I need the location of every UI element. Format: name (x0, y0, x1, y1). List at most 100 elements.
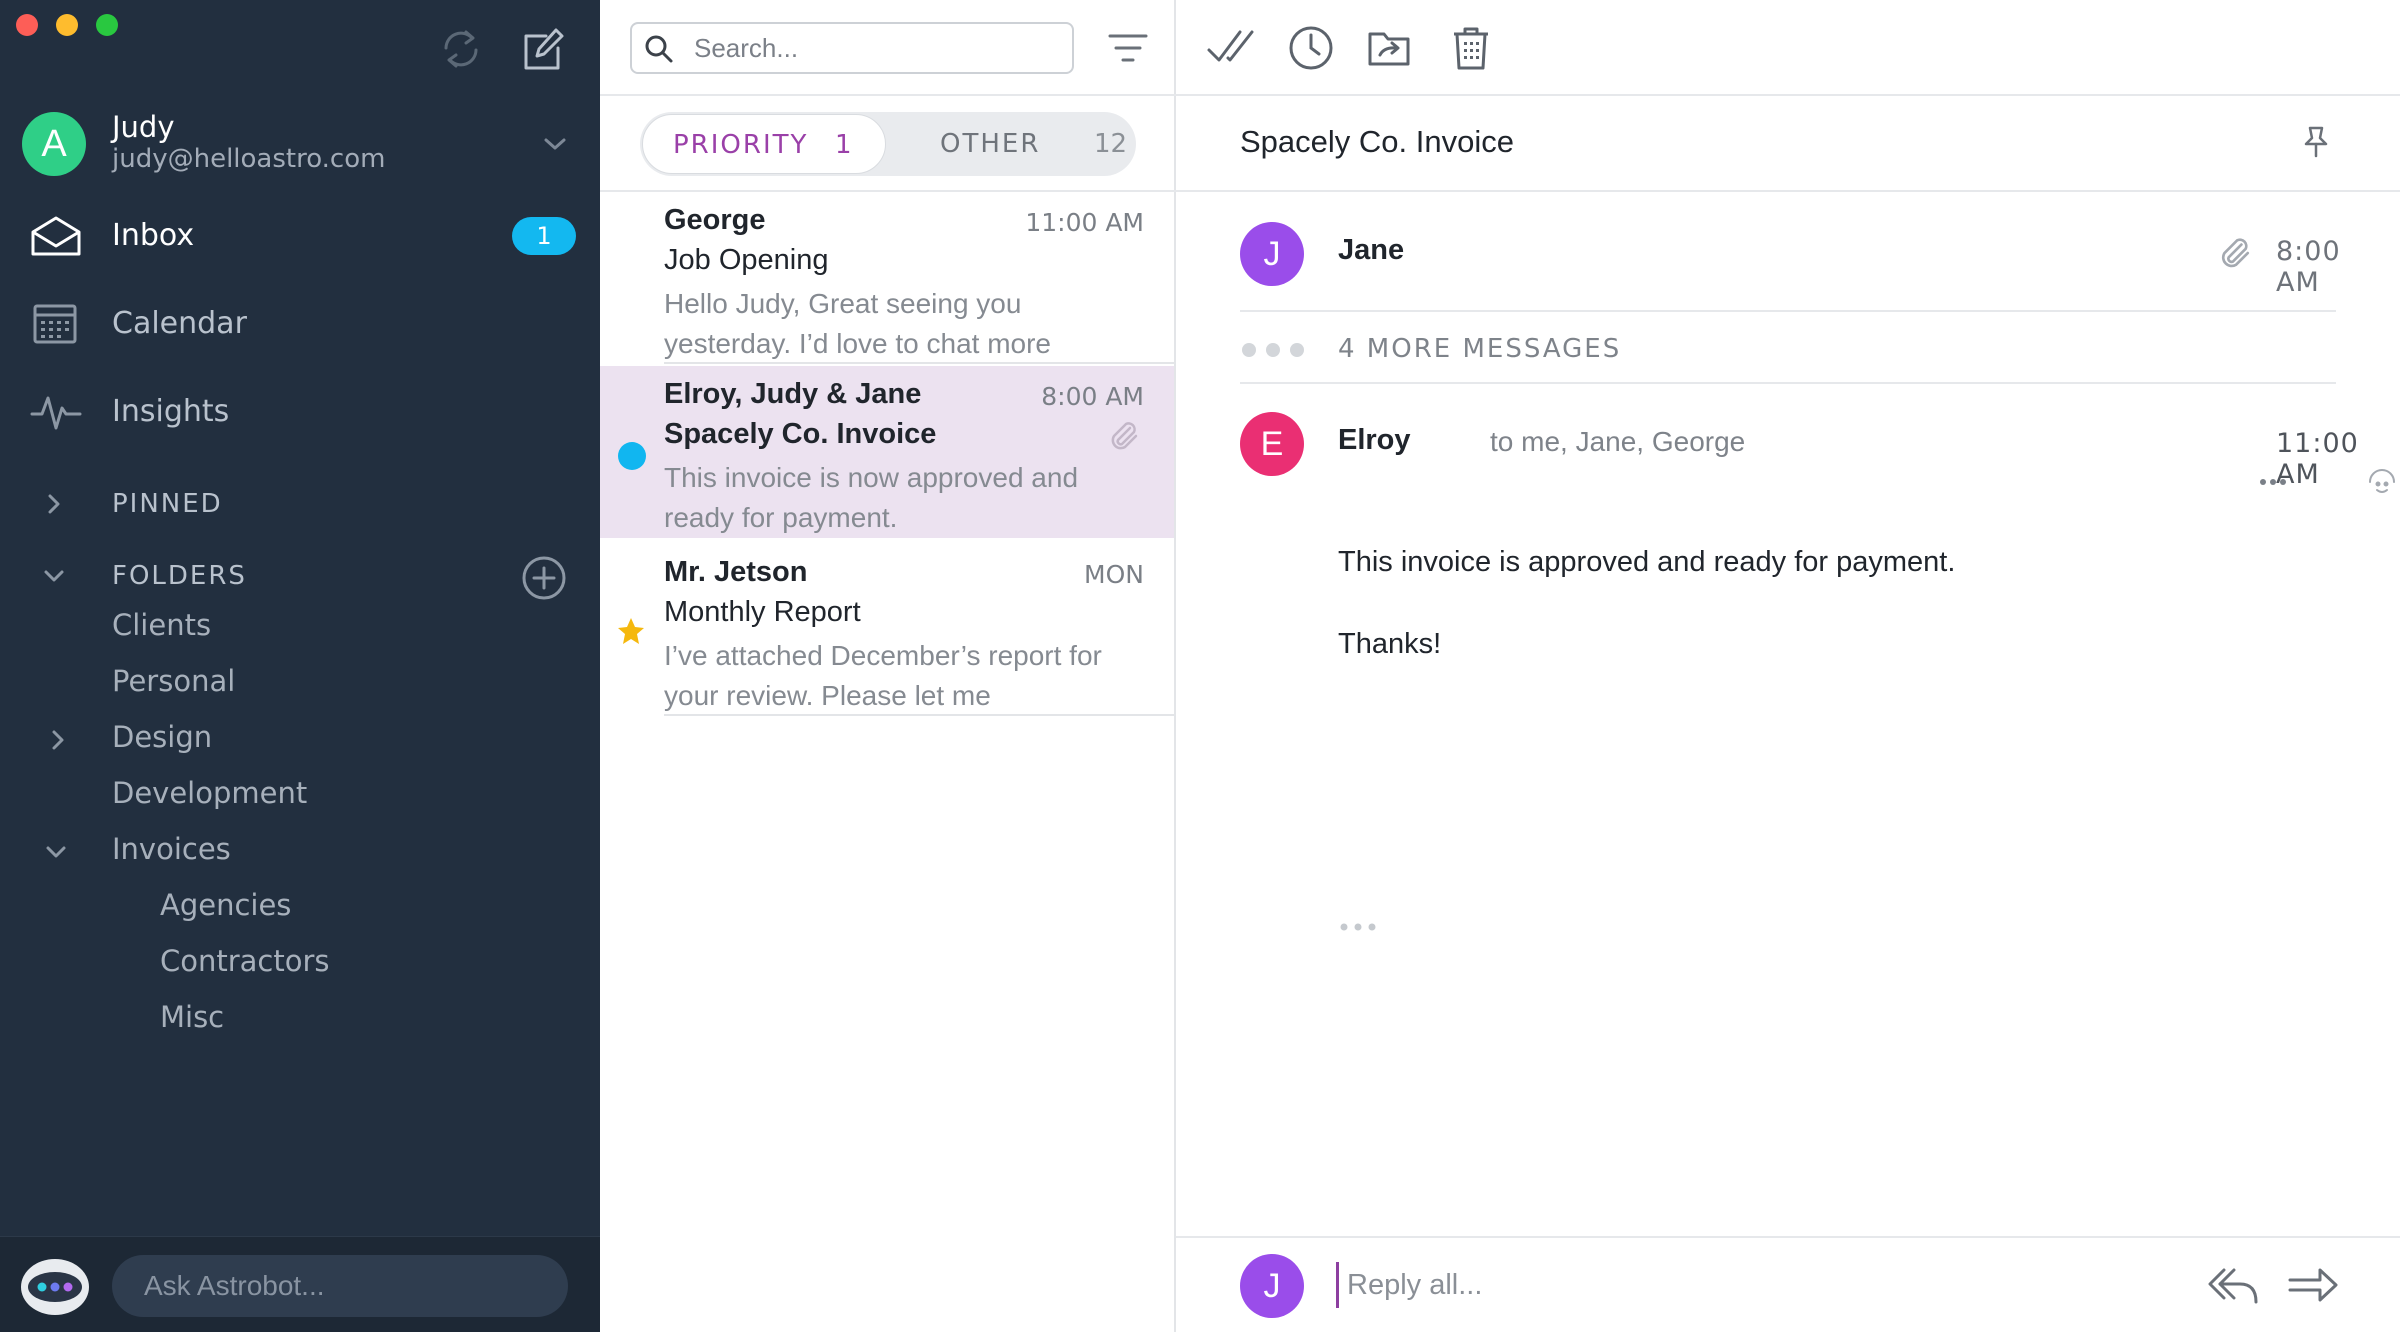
folder-development[interactable]: Development (112, 776, 307, 820)
sender-avatar: E (1240, 412, 1304, 476)
window-minimize-button[interactable] (56, 14, 78, 36)
sidebar-item-label: Calendar (112, 306, 247, 341)
move-to-folder-icon[interactable] (1366, 24, 1416, 72)
tab-other-count: 12 (1094, 129, 1128, 159)
message-time: 11:00 AM (2276, 428, 2359, 490)
expanded-message-header: E Elroy to me, Jane, George 11:00 AM (1240, 410, 2395, 500)
divider (1240, 310, 2336, 312)
tab-priority-label: PRIORITY (673, 130, 809, 160)
astrobot-input[interactable] (112, 1255, 568, 1317)
more-dots-icon (1240, 340, 1306, 360)
star-icon[interactable] (616, 616, 646, 646)
reply-avatar: J (1240, 1254, 1304, 1318)
filter-icon[interactable] (1106, 28, 1150, 68)
account-switcher[interactable]: A Judy judy@helloastro.com (22, 110, 582, 180)
folder-misc[interactable]: Misc (160, 1000, 224, 1044)
expand-more-messages[interactable]: 4 MORE MESSAGES (1240, 316, 2336, 384)
sender-name: Jane (1338, 234, 1405, 266)
inbox-tab-control: PRIORITY 1 OTHER 12 (640, 112, 1136, 176)
message-list-item-selected[interactable]: Elroy, Judy & Jane 8:00 AM Spacely Co. I… (600, 366, 1174, 538)
account-avatar: A (22, 112, 86, 176)
message-sender: George (664, 204, 766, 236)
tab-priority[interactable]: PRIORITY 1 (642, 114, 886, 174)
divider (1240, 382, 2336, 384)
message-list-pane: PRIORITY 1 OTHER 12 George 11:00 AM Job … (600, 0, 1176, 1332)
message-list-item[interactable]: Mr. Jetson MON Monthly Report I’ve attac… (600, 544, 1174, 716)
reply-icon[interactable] (2206, 1262, 2260, 1308)
message-subject: Monthly Report (664, 596, 861, 628)
mark-done-icon[interactable] (1206, 24, 1256, 72)
insights-icon (30, 390, 82, 434)
message-list-item[interactable]: George 11:00 AM Job Opening Hello Judy, … (600, 192, 1174, 364)
compose-icon[interactable] (520, 26, 566, 72)
recipients: to me, Jane, George (1490, 426, 1746, 457)
folder-agencies[interactable]: Agencies (160, 888, 291, 932)
inbox-icon (30, 214, 82, 258)
folder-personal[interactable]: Personal (112, 664, 235, 708)
chevron-right-icon[interactable] (46, 728, 70, 752)
pin-icon[interactable] (2298, 124, 2334, 160)
divider (664, 362, 1174, 364)
message-sender: Elroy, Judy & Jane (664, 378, 922, 410)
folder-clients[interactable]: Clients (112, 608, 211, 652)
sidebar-item-label: Inbox (112, 218, 195, 253)
folders-label: FOLDERS (112, 561, 247, 591)
message-preview: This invoice is now approved and ready f… (664, 462, 1079, 533)
folders-section-header[interactable]: FOLDERS (0, 552, 600, 600)
reaction-icon[interactable] (2366, 468, 2398, 496)
message-time: 8:00 AM (2276, 236, 2341, 298)
reading-pane: Spacely Co. Invoice J Jane 8:00 AM 4 MOR… (1176, 0, 2400, 1332)
more-options-icon[interactable] (2258, 476, 2288, 488)
folder-contractors[interactable]: Contractors (160, 944, 330, 988)
snooze-clock-icon[interactable] (1286, 24, 1336, 72)
sync-icon[interactable] (438, 26, 484, 72)
search-box[interactable] (630, 22, 1074, 74)
sender-name: Elroy (1338, 424, 1411, 456)
sidebar-item-insights[interactable]: Insights (0, 376, 600, 448)
attachment-icon (1106, 418, 1140, 452)
chevron-down-icon[interactable] (44, 840, 68, 864)
calendar-icon (30, 302, 82, 346)
sidebar-item-inbox[interactable]: Inbox (0, 200, 600, 272)
search-input[interactable] (694, 30, 1054, 66)
message-subject: Job Opening (664, 244, 829, 276)
account-name: Judy (112, 110, 175, 144)
message-sender: Mr. Jetson (664, 556, 808, 588)
add-folder-icon[interactable] (520, 554, 568, 602)
search-icon (644, 34, 674, 64)
reply-bar: J (1176, 1236, 2400, 1332)
window-zoom-button[interactable] (96, 14, 118, 36)
chevron-down-icon (42, 564, 66, 588)
account-email: judy@helloastro.com (112, 144, 386, 174)
divider (664, 714, 1174, 716)
message-time: 8:00 AM (1041, 382, 1144, 411)
sender-avatar: J (1240, 222, 1304, 286)
message-body-line: This invoice is approved and ready for p… (1338, 546, 1956, 578)
tab-other-label: OTHER (940, 129, 1041, 159)
thread-title: Spacely Co. Invoice (1240, 124, 1514, 159)
message-time: MON (1084, 560, 1144, 589)
sidebar-item-label: Insights (112, 394, 230, 429)
folder-invoices[interactable]: Invoices (112, 832, 231, 876)
forward-icon[interactable] (2286, 1262, 2340, 1308)
message-time: 11:00 AM (1025, 208, 1144, 237)
inbox-unread-badge: 1 (512, 217, 576, 255)
astrobot-icon[interactable] (18, 1253, 92, 1317)
trash-icon[interactable] (1446, 24, 1496, 72)
message-preview: I’ve attached December’s report for your… (664, 640, 1102, 711)
attachment-icon (2216, 234, 2252, 270)
collapsed-message-jane[interactable]: J Jane 8:00 AM (1240, 218, 2340, 310)
divider (600, 94, 1176, 96)
sidebar: A Judy judy@helloastro.com Inbox 1 Calen… (0, 0, 600, 1332)
pinned-section-header[interactable]: PINNED (0, 480, 600, 528)
message-preview: Hello Judy, Great seeing you yesterday. … (664, 288, 1051, 359)
chevron-down-icon[interactable] (540, 132, 570, 156)
folder-design[interactable]: Design (112, 720, 212, 764)
message-body-line: Thanks! (1338, 628, 1442, 660)
show-quoted-text-icon[interactable] (1338, 920, 1378, 934)
tab-priority-count: 1 (835, 130, 852, 160)
sidebar-item-calendar[interactable]: Calendar (0, 288, 600, 360)
reply-input[interactable] (1336, 1262, 2036, 1308)
chevron-right-icon (42, 492, 66, 516)
window-close-button[interactable] (16, 14, 38, 36)
